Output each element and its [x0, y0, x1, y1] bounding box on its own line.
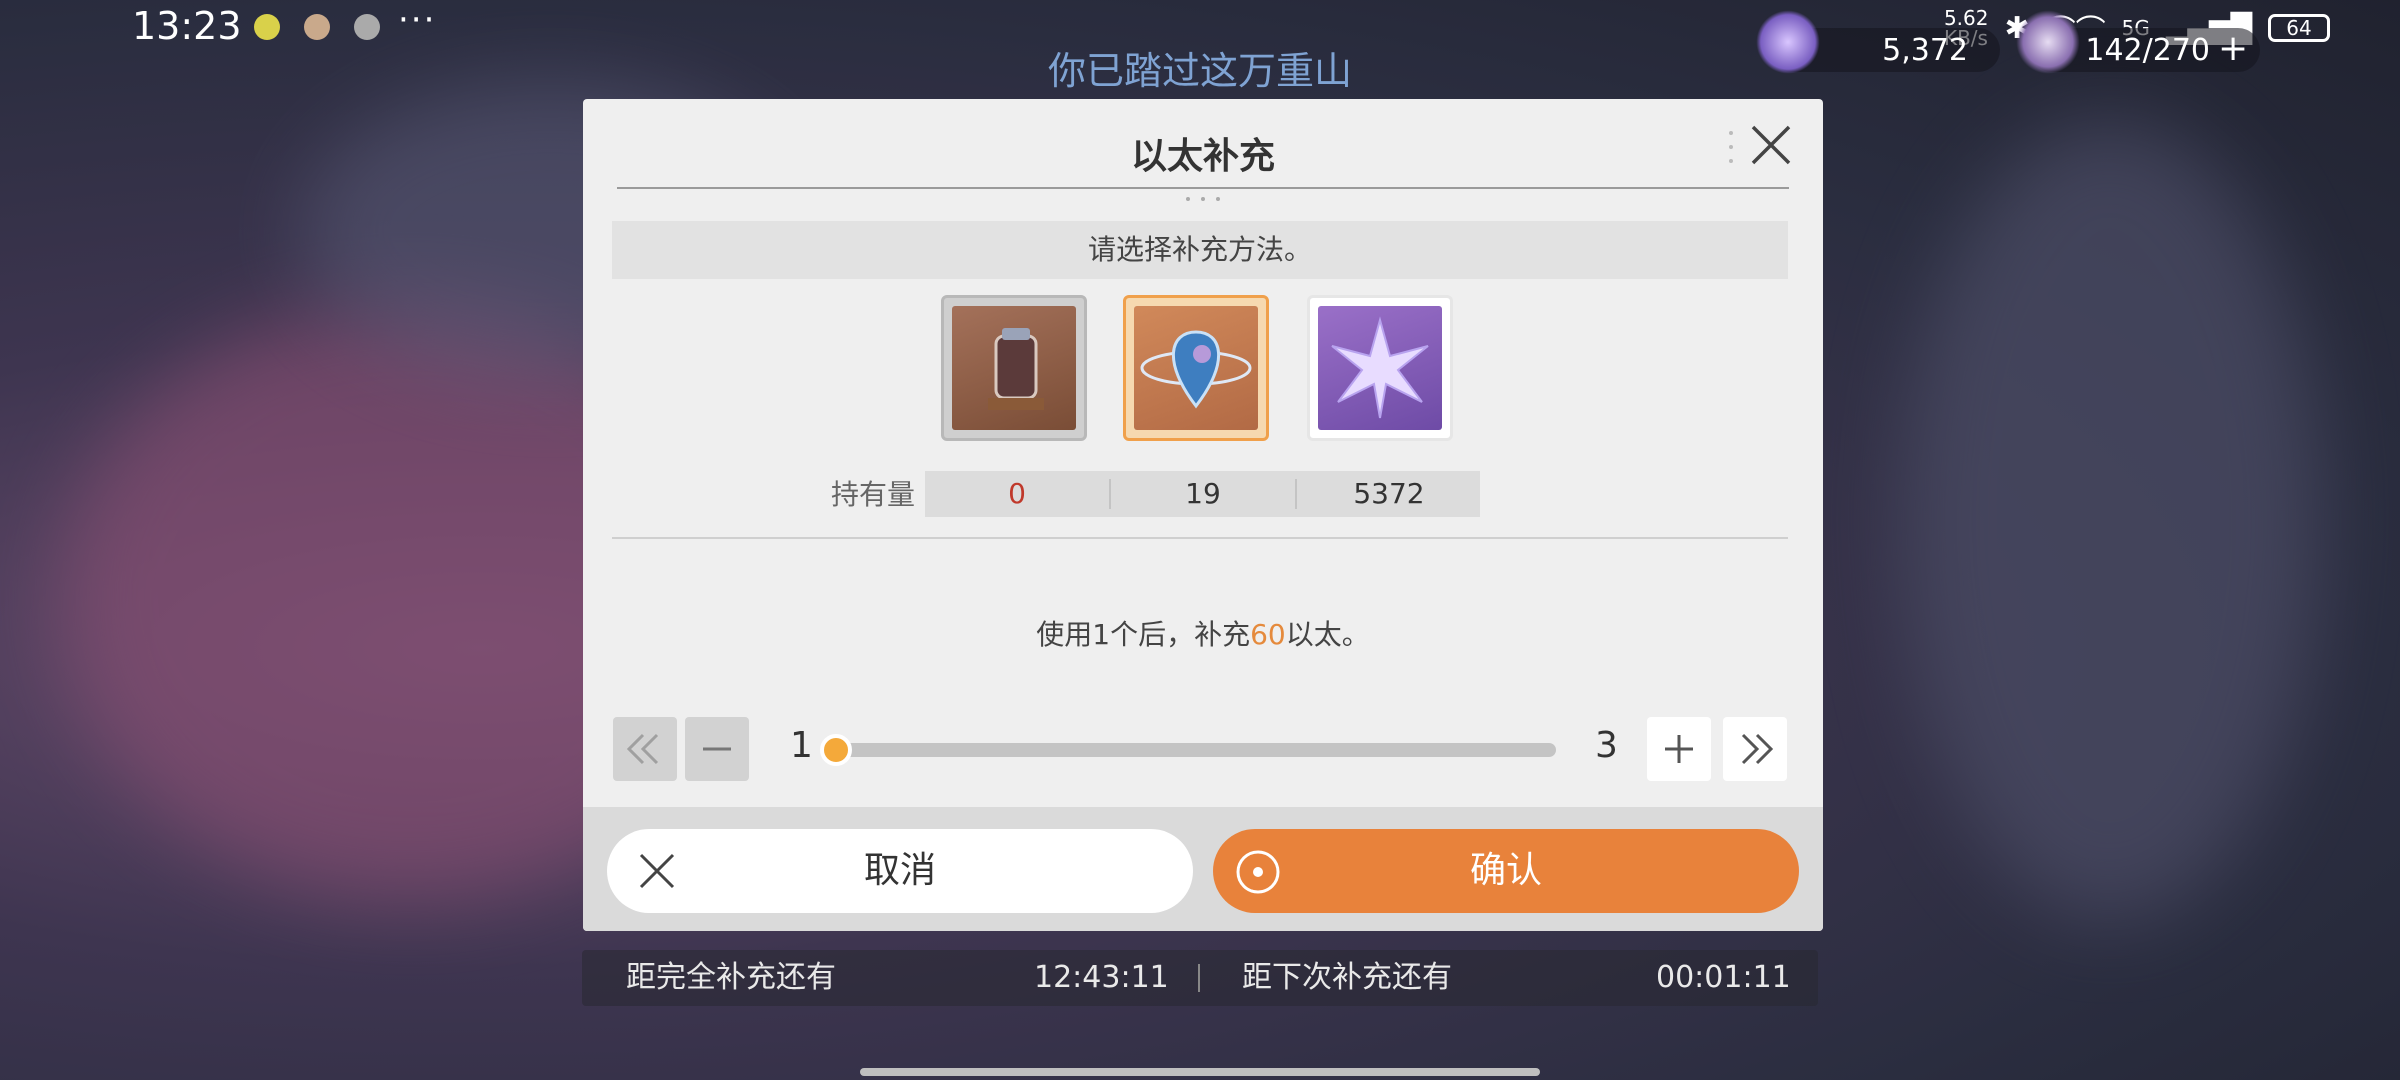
stellar-jade-icon [1756, 10, 1820, 74]
app-notification-icon [254, 14, 280, 40]
more-notifications-icon: ··· [398, 0, 437, 40]
quantity-slider-knob[interactable] [820, 734, 852, 766]
next-replenish-time: 00:01:11 [1656, 960, 1791, 995]
full-replenish-time: 12:43:11 [1034, 960, 1169, 995]
confirm-button[interactable]: 确认 [1213, 829, 1799, 913]
fuel-count: 0 [1008, 477, 1026, 510]
effect-amount: 60 [1250, 618, 1286, 651]
background-blur [1900, 120, 2320, 920]
max-quantity-button[interactable] [1723, 717, 1787, 781]
item-fuel-card[interactable] [941, 295, 1087, 441]
effect-suffix: 以太。 [1285, 618, 1370, 651]
holdings-label: 持有量 [830, 478, 915, 511]
home-indicator[interactable] [860, 1068, 1540, 1076]
replenish-dialog: 以太补充 请选择补充方法。 持有量 0 19 5372 使用1个后，补充60以太… [583, 99, 1823, 931]
min-quantity-button[interactable] [613, 717, 677, 781]
slider-min-value: 1 [790, 725, 813, 766]
effect-text: 使用1个后，补充60以太。 [583, 613, 1823, 653]
drag-handle-icon [1729, 131, 1733, 163]
stellar-jade-icon [1318, 306, 1442, 430]
add-power-icon[interactable]: + [2218, 28, 2248, 69]
holdings-row: 0 19 5372 [925, 471, 1480, 517]
slider-max-value: 3 [1595, 725, 1618, 766]
trailblaze-power-amount: 142/270 [2085, 32, 2210, 68]
fuel-jar-icon [952, 306, 1076, 430]
minus-icon [703, 747, 731, 751]
increase-button[interactable] [1647, 717, 1711, 781]
dialog-title: 以太补充 [1130, 136, 1275, 177]
prompt-banner: 请选择补充方法。 [612, 221, 1788, 279]
quantity-slider-track[interactable] [836, 743, 1556, 757]
timer-separator [1198, 964, 1200, 992]
divider-ornament [1186, 197, 1220, 201]
full-replenish-label: 距完全补充还有 [626, 960, 836, 995]
battery-icon: 64 [2268, 14, 2330, 42]
stellar-jade-count: 5372 [1353, 477, 1425, 510]
double-chevron-left-icon [626, 733, 659, 765]
reserved-power-icon [1134, 306, 1258, 430]
plus-icon [1665, 735, 1693, 763]
close-icon[interactable] [1747, 121, 1795, 169]
reserved-power-count: 19 [1185, 477, 1221, 510]
decrease-button[interactable] [685, 717, 749, 781]
next-replenish-label: 距下次补充还有 [1242, 960, 1452, 995]
battery-level: 64 [2286, 16, 2312, 40]
trailblaze-power-icon [2016, 10, 2080, 74]
title-divider [617, 187, 1789, 189]
app-notification-icon [354, 14, 380, 40]
double-chevron-right-icon [1741, 733, 1774, 765]
app-notification-icon [304, 14, 330, 40]
stellar-jade-amount: 5,372 [1882, 32, 1968, 68]
section-divider [612, 537, 1788, 539]
effect-prefix: 使用1个后，补充 [1036, 618, 1251, 651]
item-reserved-power-card[interactable] [1123, 295, 1269, 441]
confirm-label: 确认 [1469, 850, 1542, 891]
replenish-timer-bar: 距完全补充还有 12:43:11 距下次补充还有 00:01:11 [582, 950, 1818, 1006]
item-stellar-jade-card[interactable] [1307, 295, 1453, 441]
cancel-button[interactable]: 取消 [607, 829, 1193, 913]
cancel-label: 取消 [863, 850, 936, 891]
